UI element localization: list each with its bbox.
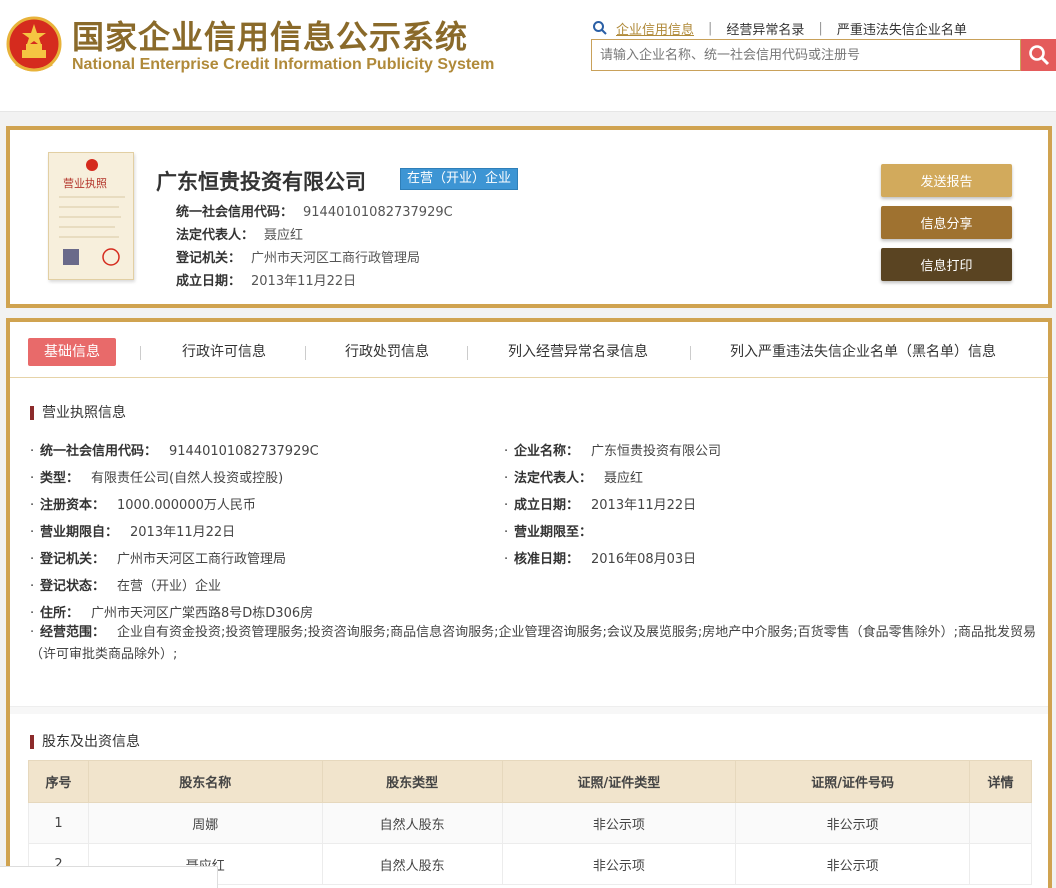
column-header: 股东名称: [87, 760, 323, 803]
table-row: 1 周娜 自然人股东 非公示项 非公示项: [28, 802, 1032, 844]
search-input[interactable]: [592, 40, 1020, 70]
company-summary-panel: 营业执照 广东恒贵投资有限公司 在营（开业）企业 统一社会信用代码： 914401…: [6, 126, 1052, 308]
search-box: [591, 39, 1021, 71]
field-company-name: · 企业名称： 广东恒贵投资有限公司: [504, 444, 722, 459]
column-header: 序号: [28, 760, 89, 803]
nav-separator: |: [708, 20, 713, 36]
search-button[interactable]: [1021, 39, 1056, 71]
info-establish-date: 成立日期： 2013年11月22日: [176, 274, 357, 289]
table-cell: 非公示项: [735, 843, 970, 885]
field-credit-code: · 统一社会信用代码： 91440101082737929C: [30, 444, 319, 459]
table-cell: 自然人股东: [321, 802, 503, 844]
site-title: 国家企业信用信息公示系统: [72, 18, 469, 56]
field-registration-status: · 登记状态： 在营（开业）企业: [30, 579, 222, 594]
status-badge: 在营（开业）企业: [400, 168, 519, 190]
business-license-image[interactable]: 营业执照: [48, 152, 134, 280]
tab-separator: [140, 346, 141, 360]
section-divider: [10, 706, 1048, 714]
table-cell: 自然人股东: [321, 843, 503, 885]
send-report-button[interactable]: 发送报告: [881, 164, 1012, 197]
field-type: · 类型： 有限责任公司(自然人投资或控股): [30, 471, 284, 486]
nav-link-blacklist[interactable]: 严重违法失信企业名单: [837, 19, 967, 38]
info-registration-authority: 登记机关： 广州市天河区工商行政管理局: [176, 251, 421, 266]
bottom-overlay-box: [0, 866, 218, 888]
top-nav: 企业信用信息 | 经营异常名录 | 严重违法失信企业名单: [592, 18, 967, 38]
column-header: 证照/证件类型: [501, 760, 737, 803]
site-subtitle: National Enterprise Credit Information P…: [72, 56, 495, 73]
detail-cell[interactable]: [969, 843, 1032, 885]
column-header: 证照/证件号码: [735, 760, 970, 803]
shareholders-title: 股东及出资信息: [30, 735, 140, 749]
nav-separator: |: [818, 20, 823, 36]
field-term-to: · 营业期限至：: [504, 525, 593, 540]
detail-cell[interactable]: [969, 802, 1032, 844]
site-header: 国家企业信用信息公示系统 National Enterprise Credit …: [0, 0, 1056, 112]
field-registered-capital: · 注册资本： 1000.000000万人民币: [30, 498, 256, 513]
nav-link-abnormal-list[interactable]: 经营异常名录: [726, 19, 804, 38]
share-info-button[interactable]: 信息分享: [881, 206, 1012, 239]
search-icon: [593, 21, 607, 35]
tab-admin-permit[interactable]: 行政许可信息: [182, 338, 266, 366]
field-registration-authority: · 登记机关： 广州市天河区工商行政管理局: [30, 552, 287, 567]
field-approval-date: · 核准日期： 2016年08月03日: [504, 552, 697, 567]
search-icon: [1028, 45, 1049, 66]
table-cell: 非公示项: [501, 843, 737, 885]
table-header-row: 序号 股东名称 股东类型 证照/证件类型 证照/证件号码 详情: [28, 760, 1032, 803]
column-header: 股东类型: [321, 760, 503, 803]
table-cell: 非公示项: [501, 802, 737, 844]
tab-separator: [305, 346, 306, 360]
license-label: 营业执照: [63, 177, 107, 190]
company-name: 广东恒贵投资有限公司: [156, 170, 366, 194]
table-cell: 周娜: [87, 802, 323, 844]
tab-basic-info[interactable]: 基础信息: [28, 338, 116, 366]
national-emblem-icon: [6, 16, 62, 72]
field-term-from: · 营业期限自： 2013年11月22日: [30, 525, 236, 540]
print-info-button[interactable]: 信息打印: [881, 248, 1012, 281]
tab-admin-penalty[interactable]: 行政处罚信息: [345, 338, 429, 366]
tab-abnormal-list[interactable]: 列入经营异常名录信息: [508, 338, 648, 366]
tab-separator: [467, 346, 468, 360]
detail-panel: 基础信息 行政许可信息 行政处罚信息 列入经营异常名录信息 列入严重违法失信企业…: [6, 318, 1052, 888]
info-legal-rep: 法定代表人： 聂应红: [176, 228, 304, 243]
tab-blacklist[interactable]: 列入严重违法失信企业名单（黑名单）信息: [730, 338, 996, 366]
field-business-scope: · 经营范围： 企业自有资金投资;投资管理服务;投资咨询服务;商品信息咨询服务;企业…: [30, 625, 1037, 662]
info-tabs: 基础信息 行政许可信息 行政处罚信息 列入经营异常名录信息 列入严重违法失信企业…: [10, 322, 1048, 378]
tab-separator: [690, 346, 691, 360]
license-info-title: 营业执照信息: [30, 406, 126, 420]
table-cell: 1: [28, 802, 89, 844]
license-thumbnail-icon: [59, 159, 125, 266]
field-legal-rep: · 法定代表人： 聂应红: [504, 471, 644, 486]
field-establish-date: · 成立日期： 2013年11月22日: [504, 498, 697, 513]
field-address: · 住所： 广州市天河区广棠西路8号D栋D306房: [30, 606, 314, 621]
nav-link-credit-info[interactable]: 企业信用信息: [616, 19, 694, 38]
column-header: 详情: [969, 760, 1032, 803]
table-cell: 非公示项: [735, 802, 970, 844]
info-credit-code: 统一社会信用代码： 91440101082737929C: [176, 205, 453, 220]
